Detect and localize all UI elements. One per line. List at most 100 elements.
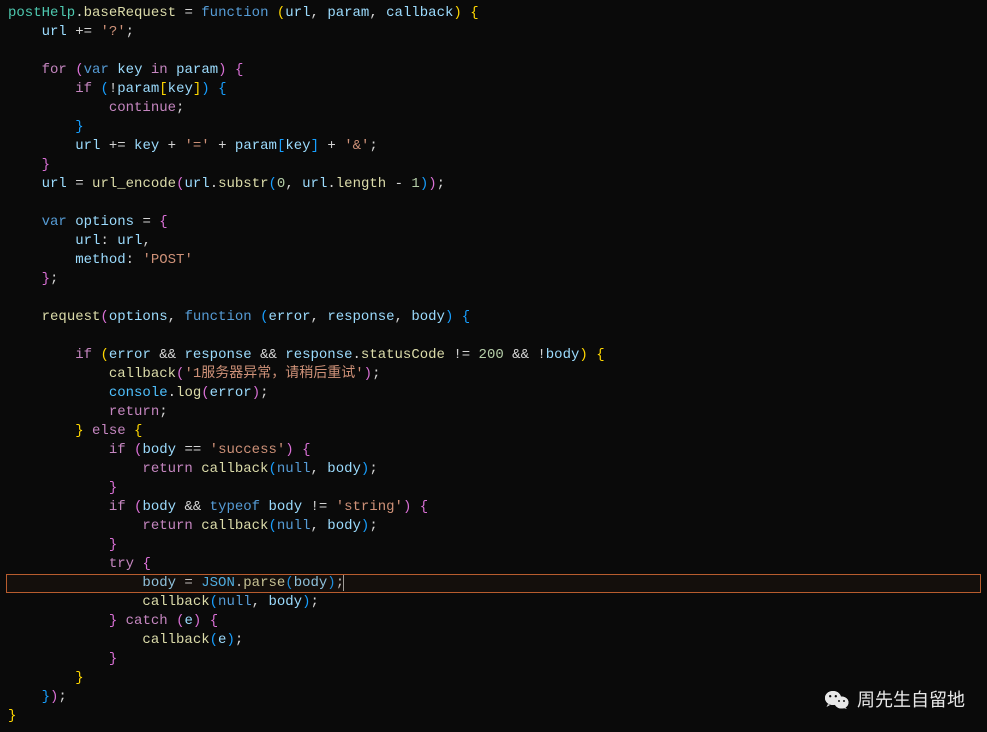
code-line[interactable]: url = url_encode(url.substr(0, url.lengt… [8, 175, 987, 194]
code-line[interactable]: }; [8, 270, 987, 289]
code-token: . [327, 176, 335, 192]
code-editor[interactable]: postHelp.baseRequest = function (url, pa… [0, 0, 987, 726]
code-token: && ! [504, 347, 546, 363]
code-token: url [75, 138, 100, 154]
code-token [453, 309, 461, 325]
code-token: null [277, 518, 311, 534]
code-line[interactable]: try { [8, 555, 987, 574]
code-token: callback [142, 594, 209, 610]
code-line[interactable]: } [8, 118, 987, 137]
code-token: param [117, 81, 159, 97]
code-token [8, 233, 75, 249]
code-line[interactable]: if (body == 'success') { [8, 441, 987, 460]
code-line[interactable]: } [8, 479, 987, 498]
code-token: } [42, 689, 50, 705]
code-line[interactable]: postHelp.baseRequest = function (url, pa… [8, 4, 987, 23]
code-token: . [210, 176, 218, 192]
code-token [67, 62, 75, 78]
code-token: , [310, 461, 327, 477]
code-line[interactable] [8, 194, 987, 213]
code-token [8, 461, 142, 477]
code-line[interactable]: url += key + '=' + param[key] + '&'; [8, 137, 987, 156]
code-token: in [151, 62, 168, 78]
code-token: baseRequest [84, 5, 176, 21]
code-token: { [210, 613, 218, 629]
code-token: null [218, 594, 252, 610]
code-token: param [176, 62, 218, 78]
code-line[interactable]: callback('1服务器异常，请稍后重试'); [8, 365, 987, 384]
code-token: = [67, 176, 92, 192]
code-token: url [285, 5, 310, 21]
code-token: ) [579, 347, 587, 363]
code-line[interactable]: } else { [8, 422, 987, 441]
code-line[interactable]: if (body && typeof body != 'string') { [8, 498, 987, 517]
code-token: if [109, 442, 126, 458]
code-line[interactable]: if (error && response && response.status… [8, 346, 987, 365]
code-line[interactable]: return callback(null, body); [8, 517, 987, 536]
code-token [201, 613, 209, 629]
code-token: body [546, 347, 580, 363]
code-token [8, 24, 42, 40]
code-token [252, 309, 260, 325]
code-token: , [311, 5, 328, 21]
code-token: '?' [100, 24, 125, 40]
code-line[interactable]: } [8, 536, 987, 555]
code-line[interactable]: } [8, 650, 987, 669]
code-token: ( [100, 309, 108, 325]
code-token: { [470, 5, 478, 21]
code-line[interactable]: } [8, 156, 987, 175]
code-token [8, 252, 75, 268]
code-line[interactable] [8, 289, 987, 308]
code-line[interactable]: continue; [8, 99, 987, 118]
code-token [8, 423, 75, 439]
code-token [168, 613, 176, 629]
code-token: { [596, 347, 604, 363]
code-line[interactable]: for (var key in param) { [8, 61, 987, 80]
code-token: ( [100, 347, 108, 363]
code-line[interactable] [8, 327, 987, 346]
code-line[interactable]: callback(null, body); [8, 593, 987, 612]
code-token [126, 499, 134, 515]
code-line[interactable]: method: 'POST' [8, 251, 987, 270]
code-line[interactable]: } catch (e) { [8, 612, 987, 631]
code-token: response [184, 347, 251, 363]
code-token: return [109, 404, 159, 420]
wechat-icon [825, 690, 849, 710]
code-token: ] [311, 138, 319, 154]
code-line[interactable] [8, 42, 987, 61]
code-token [8, 62, 42, 78]
code-token [193, 518, 201, 534]
code-token: . [168, 385, 176, 401]
code-line[interactable]: var options = { [8, 213, 987, 232]
code-line[interactable]: body = JSON.parse(body); [8, 574, 987, 593]
code-token [8, 309, 42, 325]
code-token: body [269, 499, 303, 515]
code-token: error [268, 309, 310, 325]
code-token: 'success' [210, 442, 286, 458]
code-token: if [75, 81, 92, 97]
code-token: , [310, 518, 327, 534]
code-token: ; [58, 689, 66, 705]
code-token: { [302, 442, 310, 458]
code-token: key [285, 138, 310, 154]
code-token: ; [369, 518, 377, 534]
code-line[interactable]: callback(e); [8, 631, 987, 650]
code-line[interactable]: return callback(null, body); [8, 460, 987, 479]
code-line[interactable]: return; [8, 403, 987, 422]
code-token: ( [201, 385, 209, 401]
code-line[interactable]: request(options, function (error, respon… [8, 308, 987, 327]
code-token [193, 461, 201, 477]
code-token: } [109, 537, 117, 553]
code-token: } [75, 670, 83, 686]
code-token: response [327, 309, 394, 325]
code-token: url [117, 233, 142, 249]
code-token: body [411, 309, 445, 325]
code-line[interactable]: url: url, [8, 232, 987, 251]
code-token: ; [369, 461, 377, 477]
code-line[interactable]: } [8, 669, 987, 688]
code-token: 'POST' [142, 252, 192, 268]
code-line[interactable]: console.log(error); [8, 384, 987, 403]
code-line[interactable]: if (!param[key]) { [8, 80, 987, 99]
code-line[interactable]: url += '?'; [8, 23, 987, 42]
code-token: ) [226, 632, 234, 648]
